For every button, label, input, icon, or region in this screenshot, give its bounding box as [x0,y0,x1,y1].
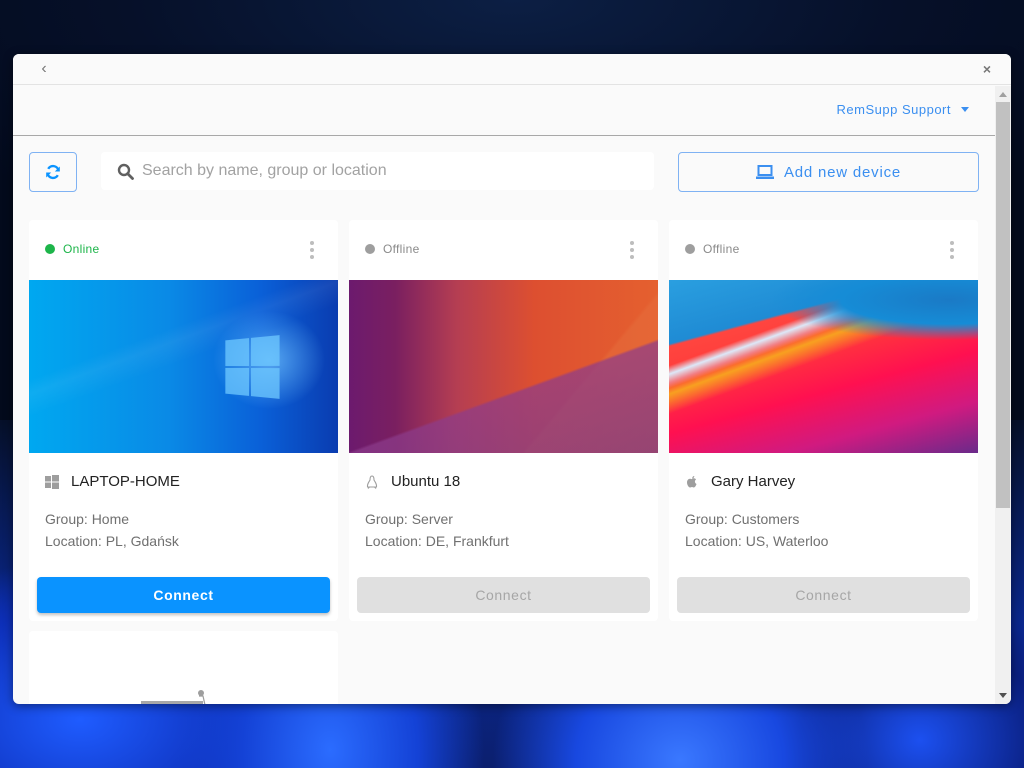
device-screenshot [669,280,978,453]
toolbar: Add new device [13,152,995,192]
empty-state-illustration [141,690,206,704]
card-body: LAPTOP-HOME Group: Home Location: PL, Gd… [29,473,338,552]
user-menu-dropdown[interactable]: RemSupp Support [837,102,969,117]
device-name: LAPTOP-HOME [71,473,180,490]
device-location: Location: US, Waterloo [685,533,829,549]
close-button[interactable]: × [979,60,995,78]
more-options-button[interactable] [628,241,636,259]
search-box [101,152,654,190]
status-label: Online [63,242,100,256]
status-label: Offline [703,242,740,256]
online-dot-icon [45,244,55,254]
device-name: Gary Harvey [711,473,796,490]
device-meta: Group: Home Location: PL, Gdańsk [45,508,322,552]
device-name: Ubuntu 18 [391,473,461,490]
windows-wallpaper-logo [225,335,280,399]
device-card: Offline Gary Harvey Group: Customers Loc… [669,220,978,621]
search-input[interactable] [142,162,622,180]
kebab-dot [630,255,634,259]
add-new-device-button[interactable]: Add new device [678,152,979,192]
device-group: Group: Customers [685,511,800,527]
device-card: Online LAPTOP-HOME Group: Home Location:… [29,220,338,621]
kebab-dot [630,241,634,245]
status-label: Offline [383,242,420,256]
top-bar: RemSupp Support [13,86,995,136]
refresh-button[interactable] [29,152,77,192]
user-menu-label: RemSupp Support [836,102,951,117]
device-screenshot [29,280,338,453]
device-meta: Group: Customers Location: US, Waterloo [685,508,962,552]
card-body: Gary Harvey Group: Customers Location: U… [669,473,978,552]
close-icon: × [982,61,992,77]
offline-dot-icon [685,244,695,254]
vertical-scrollbar[interactable] [995,86,1011,704]
connect-button[interactable]: Connect [677,577,970,613]
apple-icon [687,475,697,487]
card-body: Ubuntu 18 Group: Server Location: DE, Fr… [349,473,658,552]
device-name-row: Gary Harvey [685,473,962,490]
kebab-dot [310,241,314,245]
device-group: Group: Home [45,511,130,527]
status-indicator: Offline [685,242,740,256]
search-icon [117,163,134,180]
connect-button[interactable]: Connect [37,577,330,613]
app-window: ‹ × RemSupp Support Search by name, grou… [13,54,1011,704]
offline-dot-icon [365,244,375,254]
card-header: Offline [349,220,658,280]
more-options-button[interactable] [308,241,316,259]
kebab-dot [950,248,954,252]
kebab-dot [310,248,314,252]
scroll-up-arrow-icon[interactable] [999,92,1007,97]
caret-down-icon [961,107,969,112]
scrollbar-thumb[interactable] [996,102,1010,508]
title-bar: ‹ × [13,54,1011,85]
laptop-icon [755,165,774,179]
device-name-row: LAPTOP-HOME [45,473,322,490]
chevron-left-icon: ‹ [41,60,47,77]
device-meta: Group: Server Location: DE, Frankfurt [365,508,642,552]
kebab-dot [630,248,634,252]
device-card-partial [29,631,338,704]
device-card: Offline Ubuntu 18 Group: Server Location… [349,220,658,621]
status-indicator: Offline [365,242,420,256]
device-screenshot [349,280,658,453]
card-header: Offline [669,220,978,280]
more-options-button[interactable] [948,241,956,259]
status-indicator: Online [45,242,100,256]
kebab-dot [950,255,954,259]
card-header: Online [29,220,338,280]
linux-icon [366,474,378,489]
windows-icon [45,474,59,489]
back-button[interactable]: ‹ [35,60,53,78]
connect-button[interactable]: Connect [357,577,650,613]
device-name-row: Ubuntu 18 [365,473,642,490]
kebab-dot [310,255,314,259]
kebab-dot [950,241,954,245]
main-content: RemSupp Support Search by name, group or… [13,86,995,704]
device-location: Location: PL, Gdańsk [45,533,179,549]
device-location: Location: DE, Frankfurt [365,533,509,549]
scroll-down-arrow-icon[interactable] [999,693,1007,698]
device-group: Group: Server [365,511,453,527]
add-new-device-label: Add new device [783,163,902,181]
refresh-icon [46,164,60,180]
